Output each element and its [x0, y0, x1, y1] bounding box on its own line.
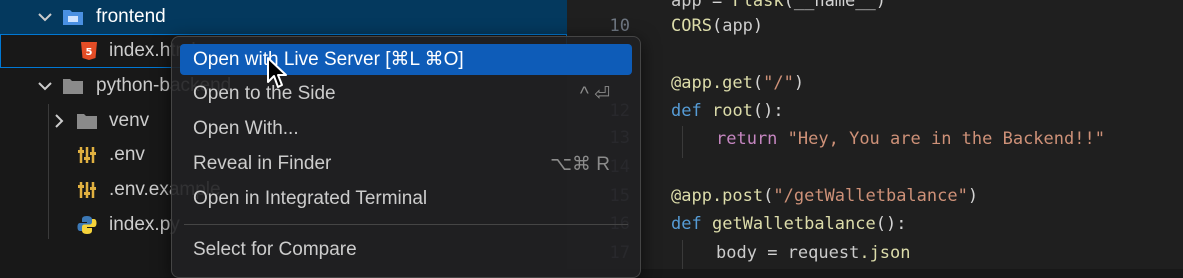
tree-item-label: .env	[109, 144, 145, 165]
menu-item-label: Select for Compare	[193, 239, 357, 260]
folder-icon	[76, 110, 98, 132]
settings-file-icon	[76, 144, 98, 166]
indent-guide	[682, 240, 683, 269]
python-file-icon	[76, 214, 98, 236]
code-line: @app.get("/")	[671, 73, 805, 93]
menu-item-shortcut: ^ ⏎	[579, 84, 610, 105]
menu-item-label: Reveal in Finder	[193, 153, 332, 174]
chevron-right-icon	[55, 114, 64, 128]
svg-text:5: 5	[86, 47, 93, 58]
menu-item-open-live-server[interactable]: Open with Live Server [⌘L ⌘O]	[180, 44, 632, 75]
menu-item-open-in-terminal[interactable]: Open in Integrated Terminal	[180, 184, 632, 215]
code-line: def root():	[671, 101, 784, 121]
mouse-pointer-icon	[267, 57, 287, 88]
menu-item-select-for-compare[interactable]: Select for Compare	[180, 235, 632, 266]
tree-item-label: venv	[109, 110, 150, 131]
menu-item-label: Open in Integrated Terminal	[193, 188, 428, 209]
tree-item-label: index.py	[109, 214, 180, 235]
code-line: CORS(app)	[671, 16, 764, 36]
code-line: def getWalletbalance():	[671, 214, 907, 234]
html-file-icon: 5	[78, 40, 100, 62]
context-menu: Open with Live Server [⌘L ⌘O] Open to th…	[171, 36, 641, 278]
menu-item-reveal-in-finder[interactable]: Reveal in Finder ⌥⌘ R	[180, 149, 632, 180]
code-line: return "Hey, You are in the Backend!!"	[716, 129, 1105, 149]
folder-icon	[62, 6, 84, 28]
chevron-down-icon	[38, 13, 52, 22]
chevron-down-icon	[38, 82, 52, 91]
indent-guide	[682, 126, 683, 158]
settings-file-icon	[76, 179, 98, 201]
menu-item-label: Open with Live Server [⌘L ⌘O]	[193, 49, 464, 70]
menu-item-shortcut: ⌥⌘ R	[550, 154, 610, 175]
code-line: app = Flask(__name__)	[671, 0, 886, 11]
code-line: body = request.json	[716, 243, 911, 263]
menu-item-open-with[interactable]: Open With...	[180, 114, 632, 145]
tree-item-frontend[interactable]: frontend	[0, 0, 567, 34]
tree-item-label: frontend	[96, 6, 166, 27]
code-line: @app.post("/getWalletbalance")	[671, 186, 979, 206]
menu-item-label: Open With...	[193, 118, 299, 139]
folder-icon	[62, 75, 84, 97]
menu-separator	[184, 224, 628, 225]
menu-item-open-to-side[interactable]: Open to the Side ^ ⏎	[180, 79, 632, 110]
line-number: 10	[609, 16, 630, 36]
menu-item-label: Open to the Side	[193, 83, 336, 104]
